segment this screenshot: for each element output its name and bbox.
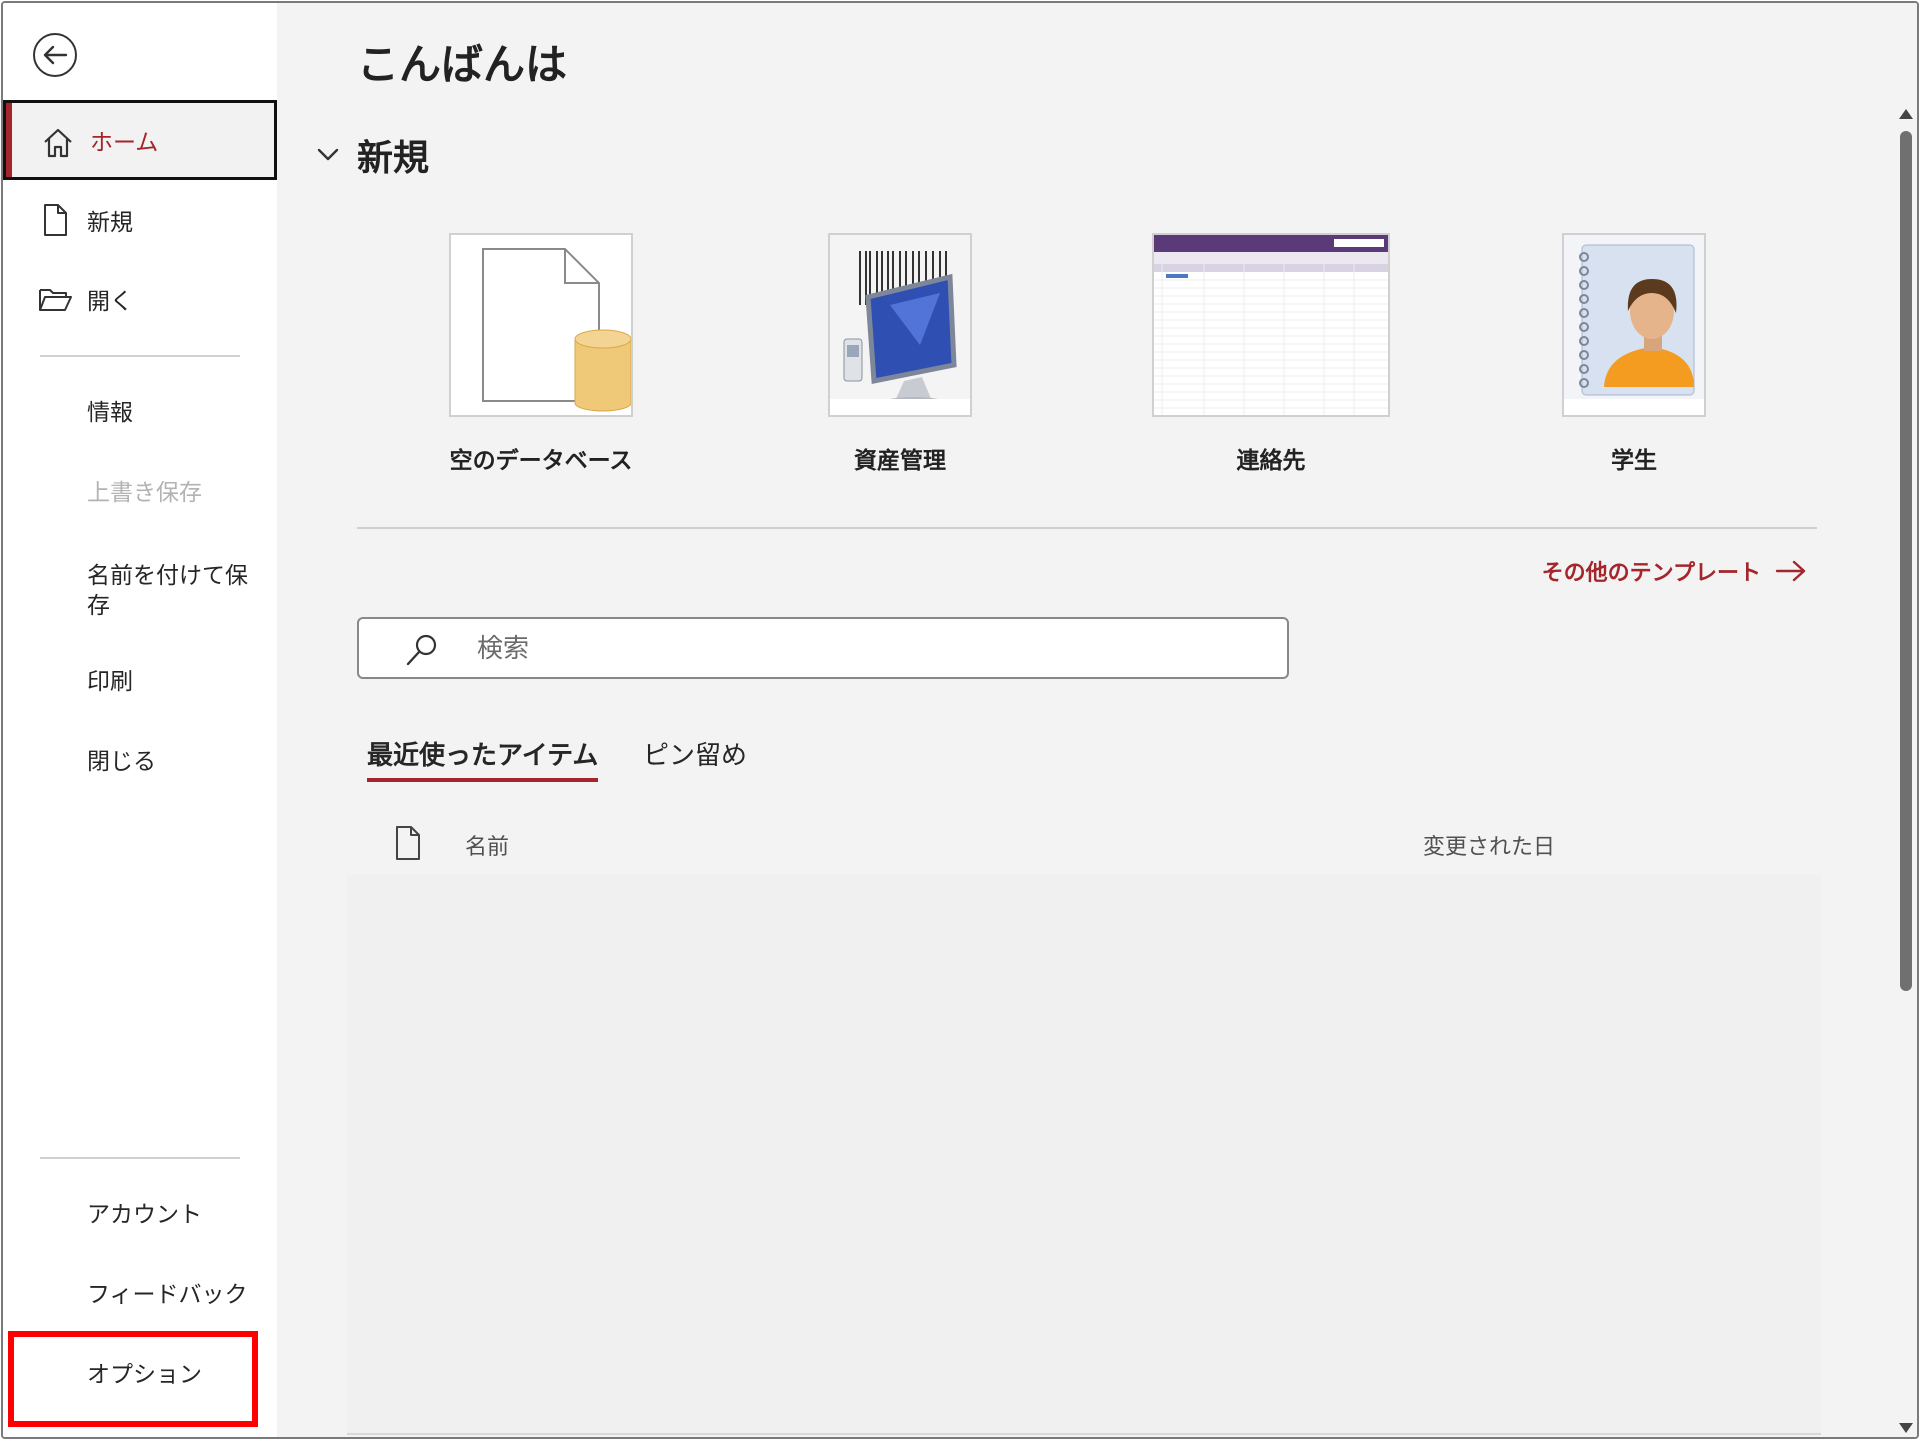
template-asset-management[interactable]: 資産管理 xyxy=(827,233,973,475)
sidebar-item-feedback[interactable]: フィードバック xyxy=(3,1252,277,1332)
back-button[interactable] xyxy=(33,33,77,77)
sidebar-item-close[interactable]: 閉じる xyxy=(3,719,277,799)
chevron-down-icon[interactable] xyxy=(315,141,341,167)
search-input[interactable] xyxy=(477,629,1257,669)
backstage-sidebar: ホーム 新規 開く 情報 上書き保存 名前を付けて保存 印刷 閉じる アカウント… xyxy=(3,3,277,1437)
search-icon xyxy=(406,634,437,666)
search-box[interactable] xyxy=(357,617,1289,679)
recent-files-list xyxy=(347,875,1821,1435)
sidebar-item-home[interactable]: ホーム xyxy=(3,100,277,180)
sidebar-item-label: 情報 xyxy=(87,400,133,426)
sidebar-item-info[interactable]: 情報 xyxy=(3,370,277,450)
section-divider xyxy=(357,527,1817,529)
sidebar-item-label: 新規 xyxy=(87,210,133,236)
app-window: ホーム 新規 開く 情報 上書き保存 名前を付けて保存 印刷 閉じる アカウント… xyxy=(1,1,1919,1439)
sidebar-item-label: 印刷 xyxy=(87,669,133,695)
greeting-heading: こんばんは xyxy=(357,40,568,89)
template-thumbnail xyxy=(828,233,972,417)
sidebar-item-print[interactable]: 印刷 xyxy=(3,639,277,719)
more-templates-link[interactable]: その他のテンプレート xyxy=(1542,555,1807,587)
sidebar-item-new[interactable]: 新規 xyxy=(3,180,277,260)
template-name: 資産管理 xyxy=(854,448,946,474)
sidebar-item-label: 閉じる xyxy=(87,749,156,775)
template-name: 空のデータベース xyxy=(449,448,633,474)
vertical-scrollbar[interactable] xyxy=(1895,103,1917,1437)
scroll-down-arrow-icon[interactable] xyxy=(1899,1423,1913,1433)
column-header-modified[interactable]: 変更された日 xyxy=(1423,829,1555,861)
sidebar-item-account[interactable]: アカウント xyxy=(3,1172,277,1252)
sidebar-item-save-as[interactable]: 名前を付けて保存 xyxy=(3,543,277,639)
sidebar-item-label: フィードバック xyxy=(87,1282,248,1308)
new-document-icon xyxy=(44,204,67,236)
file-icon xyxy=(396,826,420,860)
sidebar-item-label: 開く xyxy=(87,289,133,315)
tab-pinned[interactable]: ピン留め xyxy=(643,735,747,778)
student-icon xyxy=(1564,235,1704,415)
options-highlight-box xyxy=(8,1331,258,1427)
main-content: こんばんは 新規 空のデータベース 資産管理 連絡先 学生 その他のテンプレート… xyxy=(279,3,1917,1437)
template-thumbnail xyxy=(1152,233,1390,417)
template-students[interactable]: 学生 xyxy=(1561,233,1707,475)
scrollbar-thumb[interactable] xyxy=(1900,131,1912,991)
template-thumbnail xyxy=(1562,233,1706,417)
sidebar-item-open[interactable]: 開く xyxy=(3,259,277,339)
template-thumbnail xyxy=(449,233,633,417)
new-section-title: 新規 xyxy=(357,138,430,179)
template-name: 学生 xyxy=(1611,448,1657,474)
template-name: 連絡先 xyxy=(1236,448,1306,474)
sidebar-item-label: 上書き保存 xyxy=(87,480,202,506)
home-icon xyxy=(44,128,72,158)
tab-recent[interactable]: 最近使ったアイテム xyxy=(367,735,599,782)
scroll-up-arrow-icon[interactable] xyxy=(1899,109,1913,119)
blank-database-icon xyxy=(482,248,631,412)
template-contacts[interactable]: 連絡先 xyxy=(1151,233,1391,475)
arrow-left-icon xyxy=(43,45,68,65)
sidebar-item-label: ホーム xyxy=(90,130,159,156)
column-header-name[interactable]: 名前 xyxy=(465,829,509,861)
arrow-right-icon xyxy=(1775,560,1806,582)
more-templates-label: その他のテンプレート xyxy=(1541,561,1761,586)
sidebar-divider xyxy=(40,355,240,357)
sidebar-divider xyxy=(40,1157,240,1159)
asset-computer-icon xyxy=(830,235,970,415)
template-blank-database[interactable]: 空のデータベース xyxy=(443,233,639,475)
sidebar-item-label: 名前を付けて保存 xyxy=(87,563,248,619)
sidebar-item-label: アカウント xyxy=(87,1202,202,1228)
sidebar-item-save: 上書き保存 xyxy=(3,450,277,530)
contacts-table-icon xyxy=(1154,235,1388,415)
open-folder-icon xyxy=(39,289,72,311)
